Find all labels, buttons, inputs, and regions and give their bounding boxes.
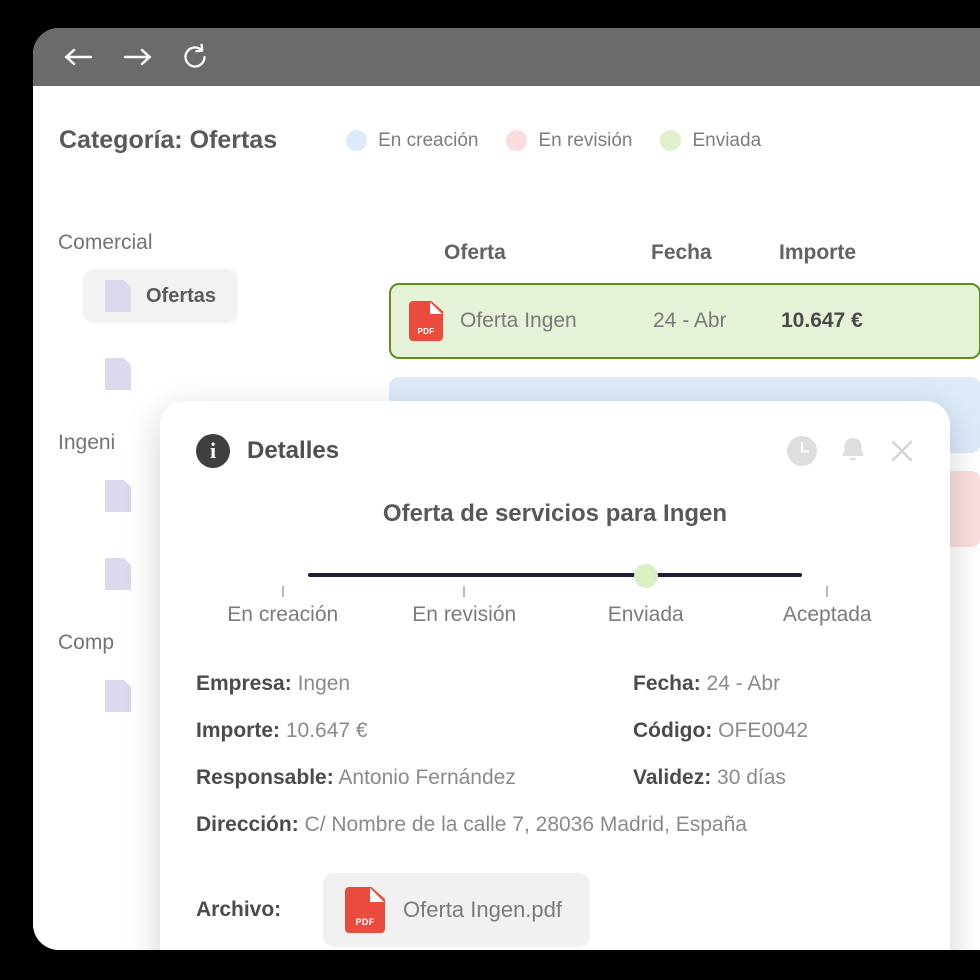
field-value: 24 - Abr [706,672,781,695]
field-row: Empresa: Ingen Fecha: 24 - Abr [196,672,914,696]
legend-item-enviada: Enviada [660,130,761,152]
sidebar-item-ingenieria-2[interactable] [83,547,168,601]
info-icon: i [196,434,230,468]
forward-arrow-icon[interactable] [119,39,155,75]
legend-dot-icon [660,130,682,151]
offer-name: Oferta Ingen [460,309,577,332]
table-header-row: Oferta Fecha Importe [389,241,980,265]
screen: Categoría: Ofertas En creación En revisi… [0,0,980,980]
timeline-step-label: Enviada [607,603,684,626]
attached-file-chip[interactable]: PDF Oferta Ingen.pdf [323,873,590,947]
sidebar-item-compras-1[interactable] [83,669,168,723]
field-value: 30 días [717,766,786,789]
field-validez: Validez: 30 días [633,766,914,790]
field-importe: Importe: 10.647 € [196,719,633,743]
field-key: Fecha: [633,672,701,695]
sidebar-group-comercial: Comercial [58,231,153,254]
table-row[interactable]: PDF Oferta Ingen 24 - Abr 10.647 € [389,283,980,359]
field-key: Dirección: [196,813,299,836]
reload-icon[interactable] [177,39,213,75]
status-timeline: En creación En revisión Enviada Aceptada [192,564,918,642]
pdf-file-icon: PDF [409,301,443,341]
dialog-header: i Detalles [160,401,950,468]
details-dialog: i Detalles Oferta de servicios para Inge… [160,401,950,950]
pdf-file-icon: PDF [345,887,385,933]
document-icon [105,680,131,712]
detail-fields: Empresa: Ingen Fecha: 24 - Abr Importe: … [160,672,950,837]
document-icon [105,280,131,312]
field-key: Responsable: [196,766,334,789]
legend-item-en-creacion: En creación [346,130,478,152]
field-fecha: Fecha: 24 - Abr [633,672,914,696]
attached-file-name: Oferta Ingen.pdf [403,897,562,922]
timeline-track [308,573,802,577]
timeline-tick-icon [463,586,466,597]
notification-bell-icon[interactable] [838,435,868,467]
pdf-icon-label: PDF [355,917,375,927]
browser-window: Categoría: Ofertas En creación En revisi… [33,28,980,950]
sidebar-item-ofertas[interactable]: Ofertas [83,269,239,323]
field-codigo: Código: OFE0042 [633,719,914,743]
field-empresa: Empresa: Ingen [196,672,633,696]
field-value: OFE0042 [718,719,809,742]
timeline-tick-icon [826,586,829,597]
legend-dot-icon [346,130,368,151]
document-icon [105,480,131,512]
legend-label: Enviada [692,129,762,151]
timeline-step-label: En creación [227,603,339,626]
sidebar-item-ingenieria-1[interactable] [83,469,168,523]
field-responsable: Responsable: Antonio Fernández [196,766,633,790]
cell-importe: 10.647 € [781,309,863,332]
field-direccion: Dirección: C/ Nombre de la calle 7, 2803… [196,813,914,837]
legend-item-en-revision: En revisión [506,130,632,152]
field-row: Importe: 10.647 € Código: OFE0042 [196,719,914,743]
history-clock-icon[interactable] [786,435,818,467]
field-value: Ingen [297,672,351,695]
column-header-oferta: Oferta [444,241,506,264]
field-key: Empresa: [196,672,292,695]
field-key: Código: [633,719,713,742]
close-icon[interactable] [888,437,916,465]
document-icon [105,358,131,390]
browser-toolbar [33,28,980,86]
field-key: Validez: [633,766,712,789]
timeline-current-marker [633,564,658,588]
sidebar-item-comercial-2[interactable] [83,347,168,401]
page-body: Categoría: Ofertas En creación En revisi… [33,86,980,950]
legend-label: En revisión [538,129,633,151]
column-header-importe: Importe [779,241,857,264]
timeline-step-label: En revisión [412,603,517,626]
cell-fecha: 24 - Abr [653,309,727,332]
dialog-title: Detalles [247,437,340,464]
cell-oferta: PDF Oferta Ingen [391,301,653,341]
legend-label: En creación [378,129,479,151]
status-legend: En creación En revisión Enviada [346,130,761,152]
field-row: Dirección: C/ Nombre de la calle 7, 2803… [196,813,914,837]
page-title: Categoría: Ofertas [59,126,278,154]
archivo-section: Archivo: PDF Oferta Ingen.pdf [160,873,950,947]
field-value: Antonio Fernández [338,766,516,789]
back-arrow-icon[interactable] [61,39,97,75]
legend-dot-icon [506,130,528,151]
column-header-fecha: Fecha [651,241,712,264]
timeline-step-label: Aceptada [782,603,872,626]
sidebar-item-label: Ofertas [146,284,217,307]
field-value: 10.647 € [285,719,368,742]
field-row: Responsable: Antonio Fernández Validez: … [196,766,914,790]
timeline-tick-icon [281,586,284,597]
document-icon [105,558,131,590]
dialog-actions [786,435,916,467]
field-value: C/ Nombre de la calle 7, 28036 Madrid, E… [304,813,747,836]
dialog-subtitle: Oferta de servicios para Ingen [382,500,728,527]
page-header: Categoría: Ofertas En creación En revisi… [59,126,949,155]
field-key: Importe: [196,719,280,742]
archivo-label: Archivo: [196,898,282,921]
